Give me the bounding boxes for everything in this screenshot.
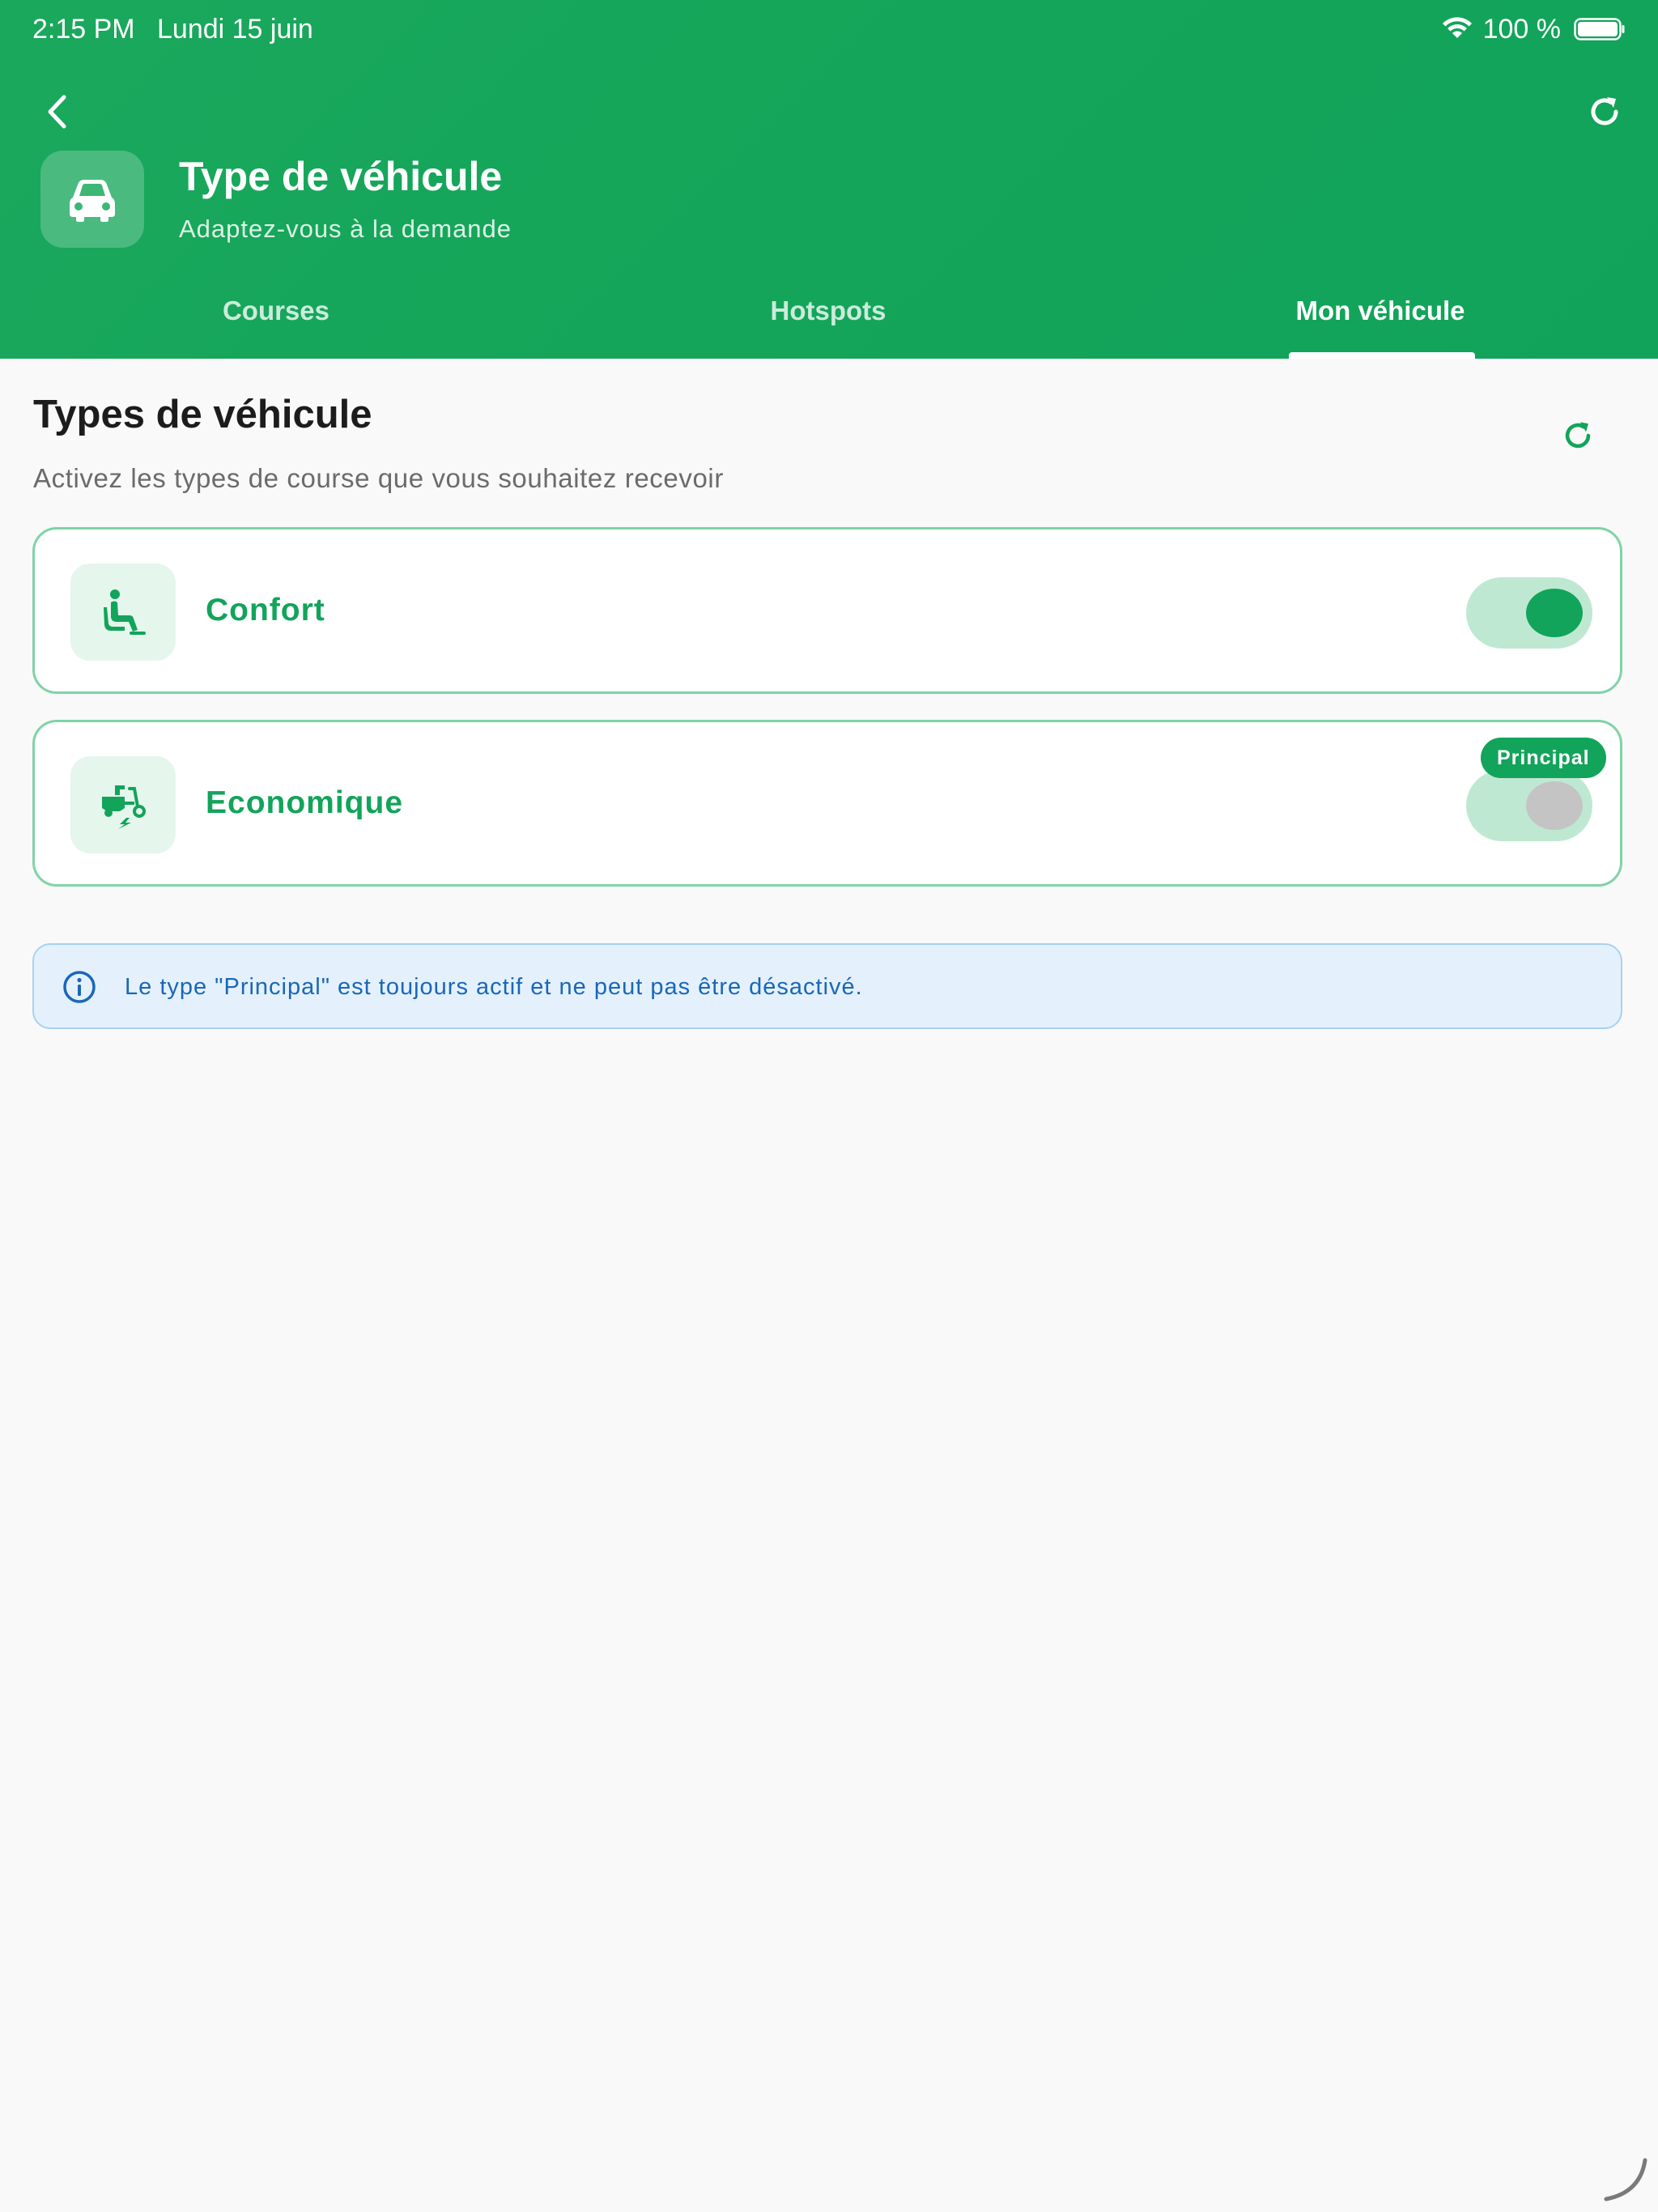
status-bar: 2:15 PM Lundi 15 juin 100 % [0, 0, 1658, 60]
info-icon [63, 971, 96, 1003]
section-subtitle: Activez les types de course que vous sou… [33, 463, 724, 493]
tab-bar: Courses Hotspots Mon véhicule [0, 285, 1658, 359]
status-indicators: 100 % [1441, 13, 1626, 45]
toggle-knob [1526, 781, 1583, 830]
battery-level: 100 % [1482, 14, 1561, 45]
card-icon-box [70, 564, 176, 661]
car-icon [70, 180, 115, 222]
page-title: Type de véhicule [179, 154, 503, 199]
confort-toggle[interactable] [1466, 577, 1592, 649]
economique-toggle[interactable] [1466, 770, 1592, 841]
tab-mon-vehicule[interactable]: Mon véhicule [1104, 285, 1656, 359]
primary-badge: Principal [1481, 738, 1606, 778]
active-tab-indicator [1289, 352, 1475, 359]
app-header: 2:15 PM Lundi 15 juin 100 % Type de véhi… [0, 0, 1658, 359]
tab-courses[interactable]: Courses [0, 285, 552, 359]
wifi-icon [1442, 17, 1472, 38]
card-icon-box [70, 756, 176, 853]
info-banner: Le type "Principal" est toujours actif e… [32, 943, 1622, 1029]
section-title: Types de véhicule [33, 393, 372, 436]
vehicle-type-label: Confort [206, 593, 325, 627]
chevron-left-icon [48, 95, 66, 129]
vehicle-type-card-confort: Confort [32, 527, 1622, 694]
toggle-knob [1526, 589, 1583, 637]
page-subtitle: Adaptez-vous à la demande [179, 215, 512, 243]
info-text: Le type "Principal" est toujours actif e… [125, 974, 863, 1000]
status-time: 2:15 PM [32, 14, 135, 45]
refresh-icon [1565, 422, 1591, 449]
resize-grip-icon [1604, 2158, 1647, 2201]
header-icon-box [40, 151, 144, 248]
refresh-header-button[interactable] [1584, 91, 1626, 133]
scooter-icon [102, 785, 146, 829]
vehicle-type-label: Economique [206, 785, 404, 820]
battery-icon [1574, 18, 1625, 40]
vehicle-type-card-economique: Economique Principal [32, 720, 1622, 887]
status-date: Lundi 15 juin [157, 14, 313, 45]
comfort-seat-icon [104, 589, 146, 635]
refresh-icon [1591, 97, 1618, 125]
section-refresh-button[interactable] [1558, 416, 1597, 455]
tab-hotspots[interactable]: Hotspots [552, 285, 1104, 359]
back-button[interactable] [37, 87, 79, 136]
